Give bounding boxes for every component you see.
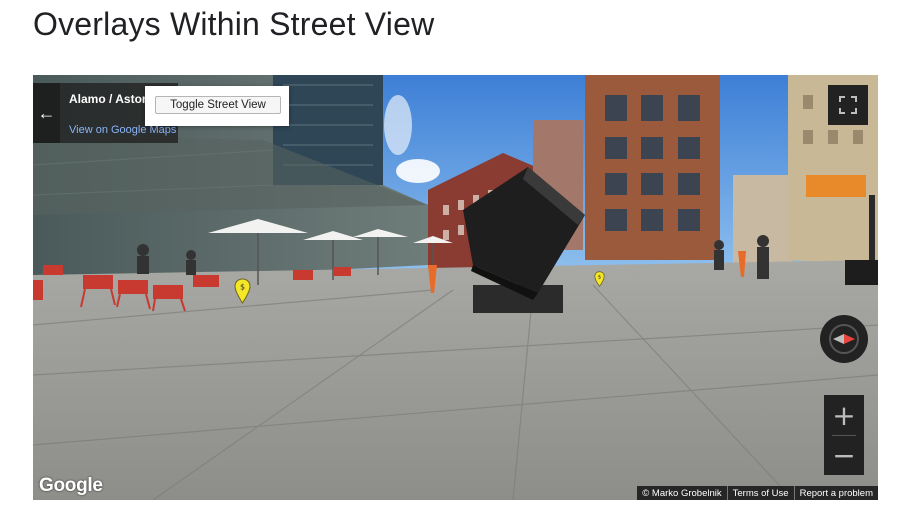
terms-of-use-link[interactable]: Terms of Use: [726, 486, 794, 500]
zoom-out-button[interactable]: −: [824, 435, 864, 475]
marker-label: $: [240, 283, 245, 292]
map-pin-icon[interactable]: $: [234, 278, 251, 304]
map-pin-icon[interactable]: $: [594, 271, 605, 287]
toggle-street-view-button[interactable]: Toggle Street View: [155, 96, 281, 114]
marker-label: $: [598, 275, 602, 281]
minus-icon: −: [832, 438, 856, 472]
back-button[interactable]: ←: [33, 83, 60, 143]
toggle-control: Toggle Street View: [145, 86, 289, 126]
google-logo: Google: [39, 475, 103, 496]
compass-icon: [829, 324, 859, 354]
arrow-left-icon: ←: [37, 102, 56, 123]
address-label: Alamo / Astor: [69, 92, 147, 106]
report-problem-link[interactable]: Report a problem: [793, 486, 878, 500]
plus-icon: +: [832, 398, 856, 432]
page-title: Overlays Within Street View: [33, 6, 435, 42]
copyright-text: © Marko Grobelnik: [642, 488, 722, 499]
fullscreen-icon: [839, 96, 857, 114]
compass-button[interactable]: [820, 315, 868, 363]
street-view-panorama[interactable]: $ $ ← Alamo / Astor View on Google Maps …: [33, 75, 878, 500]
attribution-bar: © Marko Grobelnik Terms of Use Report a …: [637, 486, 878, 500]
zoom-control: + −: [824, 395, 864, 475]
fullscreen-button[interactable]: [828, 85, 868, 125]
zoom-in-button[interactable]: +: [824, 395, 864, 435]
